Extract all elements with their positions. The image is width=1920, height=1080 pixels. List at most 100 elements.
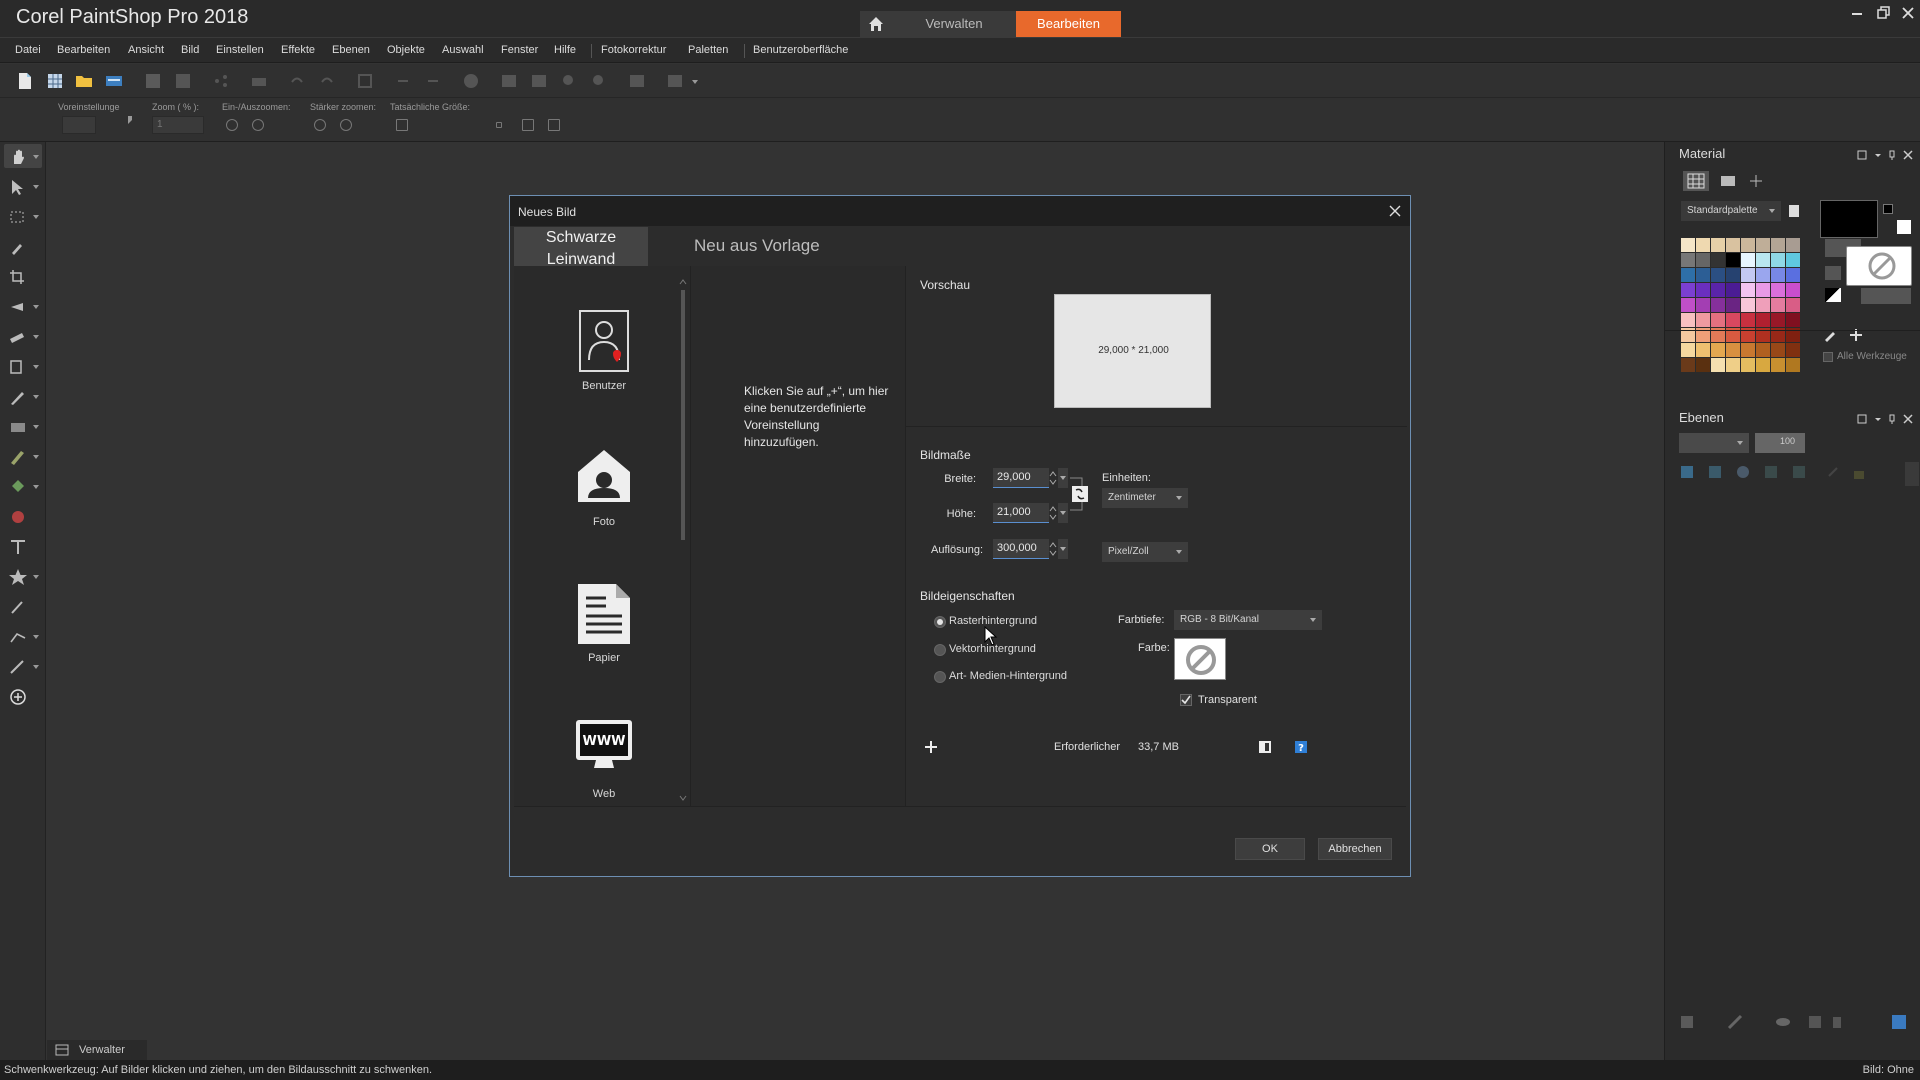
color-swatch[interactable] [1741,358,1755,372]
chevron-down-icon[interactable] [33,575,39,579]
color-swatch[interactable] [1711,253,1725,267]
color-swatch[interactable] [1756,298,1770,312]
dropper-icon[interactable] [8,238,28,256]
grid-icon[interactable] [46,72,64,90]
pen-tool-icon[interactable] [8,598,28,616]
new-raster-layer-icon[interactable] [1679,464,1695,480]
units-dropdown[interactable]: Zentimeter [1102,488,1188,508]
group-icon[interactable] [1791,464,1807,480]
brush-layer-icon[interactable] [1727,1014,1743,1030]
color-swatch[interactable] [1726,313,1740,327]
color-swatch[interactable] [1756,358,1770,372]
move-tool-icon[interactable] [8,298,28,316]
tab-from-template[interactable]: Neu aus Vorlage [694,236,820,256]
color-swatch[interactable] [1696,358,1710,372]
pick-tool-icon[interactable] [8,178,28,196]
chevron-down-icon[interactable] [33,635,39,639]
resolution-input[interactable]: 300,000 [993,539,1049,559]
color-swatch[interactable] [1756,268,1770,282]
pin-icon[interactable] [1887,414,1897,424]
menu-effekte[interactable]: Effekte [281,44,315,56]
raster-background-radio[interactable] [934,616,946,628]
color-swatch[interactable] [1681,283,1695,297]
chevron-down-icon[interactable] [33,665,39,669]
color-swatch[interactable] [1771,313,1785,327]
color-swatch[interactable] [1741,268,1755,282]
chevron-down-icon[interactable] [33,365,39,369]
blend-mode-dropdown[interactable] [1679,433,1749,453]
open-folder-icon[interactable] [75,72,93,90]
color-swatch[interactable] [1711,268,1725,282]
color-swatch[interactable] [1726,238,1740,252]
delete-icon[interactable] [1829,1014,1845,1030]
eye-icon[interactable] [1775,1014,1791,1030]
color-swatch[interactable] [1741,238,1755,252]
color-swatch[interactable] [1681,358,1695,372]
menu-hilfe[interactable]: Hilfe [554,44,576,56]
color-swatch[interactable] [1741,343,1755,357]
fit-icon[interactable] [522,119,534,131]
color-swatch[interactable] [1741,253,1755,267]
width-input[interactable]: 29,000 [993,468,1049,488]
duplicate-icon[interactable] [1807,1014,1823,1030]
menu-auswahl[interactable]: Auswahl [442,44,484,56]
palette-options-icon[interactable] [1787,204,1801,218]
chevron-down-icon[interactable] [1873,414,1883,424]
palette-dropdown[interactable]: Standardpalette [1681,201,1781,221]
art-media-background-radio[interactable] [934,671,946,683]
color-swatch[interactable] [1696,283,1710,297]
opacity-slider[interactable]: 100 [1755,433,1805,453]
close-icon[interactable] [1903,150,1913,160]
small-white-swatch[interactable] [1897,220,1911,234]
preset-scrollbar[interactable] [679,278,687,803]
menu-benutzeroberflaeche[interactable]: Benutzeroberfläche [753,44,848,56]
chevron-down-icon[interactable] [33,455,39,459]
color-swatch[interactable] [1726,283,1740,297]
color-swatch[interactable] [1771,268,1785,282]
color-swatch[interactable] [1756,343,1770,357]
color-swatch[interactable] [1726,298,1740,312]
height-spinner[interactable] [1048,503,1058,523]
color-swatch[interactable] [1726,343,1740,357]
chevron-down-icon[interactable] [33,335,39,339]
height-dropdown[interactable] [1058,503,1068,523]
color-swatch[interactable] [1696,313,1710,327]
chevron-down-icon[interactable] [33,185,39,189]
color-swatch[interactable] [1711,358,1725,372]
color-swatch[interactable] [1756,313,1770,327]
color-swatch[interactable] [1711,313,1725,327]
mask-icon[interactable] [1763,464,1779,480]
vector-background-radio[interactable] [934,644,946,656]
swap-colors-icon[interactable] [1825,266,1841,280]
zoom-out-icon[interactable] [226,119,238,131]
help-icon[interactable]: ? [1294,740,1308,754]
tab-blank-canvas[interactable]: Schwarze Leinwand [514,227,648,268]
preset-papier[interactable]: Papier [554,582,654,672]
reset-colors-icon[interactable] [1825,288,1841,302]
color-swatch[interactable] [1711,298,1725,312]
pan-hand-icon[interactable] [8,148,28,166]
color-swatch[interactable] [1771,298,1785,312]
resolution-spinner[interactable] [1048,539,1058,559]
depth-dropdown[interactable]: RGB - 8 Bit/Kanal [1174,610,1322,630]
scrollbar-thumb[interactable] [681,290,685,540]
chevron-down-icon[interactable] [33,215,39,219]
pin-icon[interactable] [1887,150,1897,160]
preset-foto[interactable]: Foto [554,446,654,536]
all-tools-checkbox[interactable] [1823,352,1833,362]
menu-ebenen[interactable]: Ebenen [332,44,370,56]
tab-bearbeiten[interactable]: Bearbeiten [1016,11,1121,37]
minimize-icon[interactable] [1848,4,1866,22]
preset-dropdown[interactable] [62,116,96,134]
tab-verwalten[interactable]: Verwalten [892,11,1016,37]
color-swatch[interactable] [1771,238,1785,252]
menu-datei[interactable]: Datei [15,44,41,56]
color-swatch[interactable] [1681,343,1695,357]
link-icon[interactable] [1825,464,1841,480]
color-swatch[interactable] [1771,358,1785,372]
color-swatch[interactable] [1726,358,1740,372]
color-swatch[interactable] [1771,253,1785,267]
color-swatch[interactable] [1786,358,1800,372]
restore-icon[interactable] [1874,4,1892,22]
color-swatch[interactable] [1681,298,1695,312]
